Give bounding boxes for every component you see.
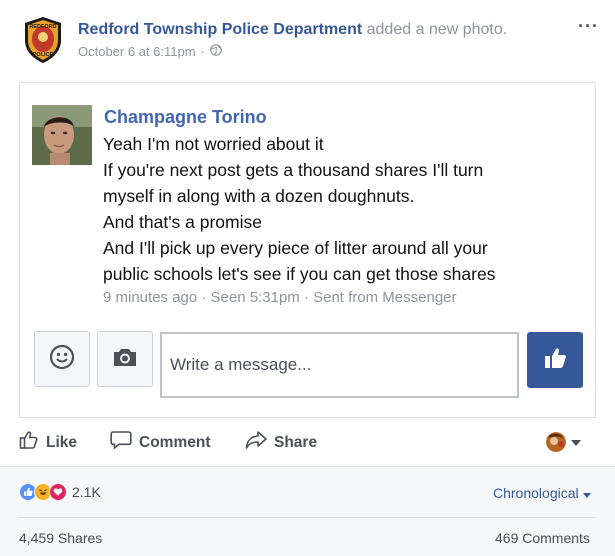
post-header: REDFORD POLICE Redford Township Police D… — [0, 0, 615, 80]
badge-text-top: REDFORD — [29, 24, 56, 30]
author-name-link[interactable]: Redford Township Police Department — [78, 21, 362, 38]
like-send-button — [527, 332, 583, 388]
sender-avatar — [32, 105, 92, 165]
viewer-avatar — [546, 432, 566, 452]
like-button[interactable]: Like — [19, 430, 77, 455]
share-button[interactable]: Share — [245, 430, 317, 455]
post-timestamp[interactable]: October 6 at 6:11pm — [78, 44, 196, 59]
shares-count[interactable]: 4,459 Shares — [19, 530, 102, 546]
more-options-icon[interactable]: ··· — [578, 16, 599, 37]
like-label: Like — [46, 433, 78, 451]
comment-label: Comment — [139, 433, 211, 451]
message-line: And I'll pick up every piece of litter a… — [103, 238, 488, 258]
message-body: Yeah I'm not worried about it If you're … — [103, 131, 583, 287]
love-reaction-icon — [49, 483, 67, 501]
share-arrow-icon — [245, 430, 267, 455]
thumbs-up-icon — [542, 345, 568, 376]
smiley-icon — [49, 344, 75, 375]
message-status: 9 minutes ago · Seen 5:31pm · Sent from … — [103, 289, 457, 306]
sender-name: Champagne Torino — [104, 107, 267, 127]
message-line: If you're next post gets a thousand shar… — [103, 160, 484, 180]
post-author-line: Redford Township Police Department added… — [78, 20, 507, 40]
reaction-summary[interactable]: 2.1K — [19, 483, 101, 501]
reaction-count[interactable]: 2.1K — [72, 484, 101, 500]
message-line: myself in along with a dozen doughnuts. — [103, 186, 415, 206]
caret-down-icon — [571, 433, 581, 451]
post-action-text: added a new photo. — [366, 21, 508, 38]
badge-text-bottom: POLICE — [33, 52, 54, 58]
post-as-selector[interactable] — [546, 432, 581, 452]
message-line: And that's a promise — [103, 212, 262, 232]
stats-divider — [19, 517, 596, 518]
thumbs-up-outline-icon — [19, 430, 39, 455]
message-line: public schools let's see if you can get … — [103, 264, 496, 284]
message-input — [160, 332, 519, 398]
comment-button[interactable]: Comment — [110, 430, 210, 455]
caret-down-icon — [582, 485, 591, 501]
sort-label: Chronological — [493, 485, 579, 501]
message-line: Yeah I'm not worried about it — [103, 134, 324, 154]
page-avatar[interactable]: REDFORD POLICE — [22, 16, 64, 64]
emoji-button — [34, 331, 90, 387]
post-action-bar: Like Comment Share — [0, 424, 615, 460]
comment-sort-dropdown[interactable]: Chronological — [493, 485, 591, 501]
post-stats: 2.1K Chronological 4,459 Shares 469 Comm… — [0, 466, 615, 556]
post-photo[interactable]: Champagne Torino Yeah I'm not worried ab… — [19, 82, 596, 418]
camera-button — [97, 331, 153, 387]
globe-icon[interactable] — [210, 44, 222, 59]
meta-separator: · — [200, 44, 205, 59]
camera-icon — [112, 346, 138, 373]
comments-count[interactable]: 469 Comments — [495, 530, 590, 546]
share-label: Share — [274, 433, 318, 451]
post-meta: October 6 at 6:11pm · — [78, 44, 222, 59]
comment-icon — [110, 430, 132, 455]
